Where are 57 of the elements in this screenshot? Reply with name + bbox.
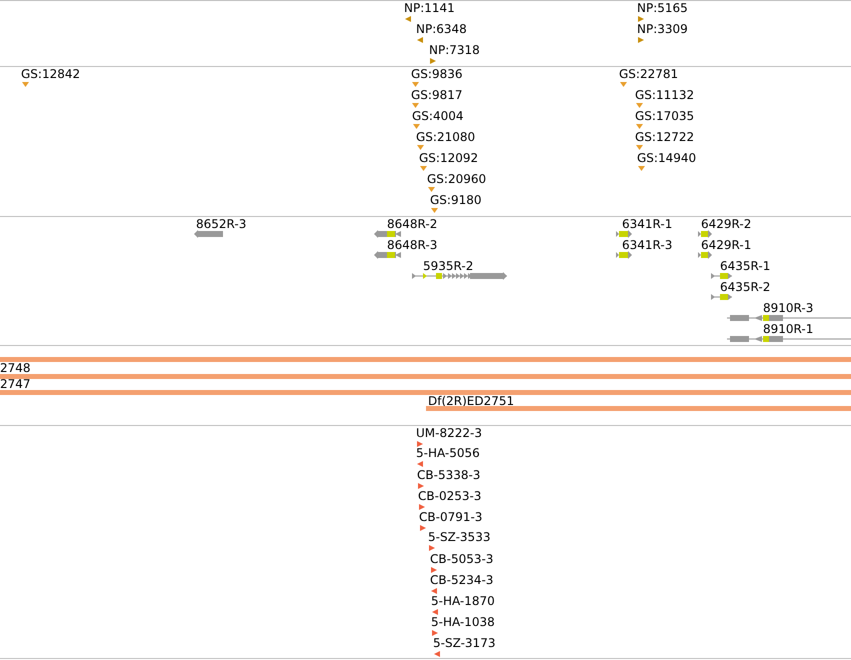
- feature-label: GS:4004: [412, 109, 464, 123]
- feature-label: CB-5338-3: [417, 468, 480, 482]
- feature-marker: [431, 208, 438, 213]
- feature-label: CB-0253-3: [418, 489, 482, 503]
- feature-label: 8910R-1: [763, 322, 814, 336]
- feature-marker: [420, 166, 427, 171]
- feature-label: 2748: [0, 361, 31, 375]
- feature-label: NP:7318: [429, 43, 480, 57]
- feature-label: CB-5053-3: [430, 552, 494, 566]
- feature-label: 6429R-1: [701, 238, 752, 252]
- feature-label: 6429R-2: [701, 217, 752, 231]
- feature-label: 5-SZ-3533: [428, 530, 490, 544]
- feature-label: CB-5234-3: [430, 573, 494, 587]
- feature-label: 5-HA-1038: [431, 615, 495, 629]
- feature-label: CB-0791-3: [419, 510, 482, 524]
- feature-label: GS:14940: [637, 151, 696, 165]
- feature-label: GS:12722: [635, 130, 694, 144]
- feature-label: NP:5165: [637, 1, 688, 15]
- feature-label: GS:11132: [635, 88, 694, 102]
- feature-marker: [620, 82, 627, 87]
- feature-label: GS:17035: [635, 109, 694, 123]
- feature-label: 6341R-1: [622, 217, 672, 231]
- feature-label: 5-SZ-3173: [433, 636, 496, 650]
- feature-label: 2747: [0, 377, 31, 391]
- feature-marker: [636, 103, 643, 108]
- feature-label: 6341R-3: [622, 238, 672, 252]
- feature-label: NP:3309: [637, 22, 688, 36]
- feature-label: 6435R-2: [720, 280, 770, 294]
- feature-marker: [22, 82, 29, 87]
- feature-label: GS:12092: [419, 151, 478, 165]
- feature-marker: [636, 145, 643, 150]
- feature-label: NP:1141: [404, 1, 455, 15]
- feature-marker: [428, 187, 435, 192]
- feature-marker: [413, 124, 420, 129]
- feature-label: 6435R-1: [720, 259, 770, 273]
- feature-label: 8910R-3: [763, 301, 814, 315]
- feature-label: GS:9817: [411, 88, 462, 102]
- feature-label: Df(2R)ED2751: [428, 394, 514, 408]
- feature-marker: [412, 82, 419, 87]
- feature-label: 8648R-2: [387, 217, 438, 231]
- feature-label: GS:20960: [427, 172, 486, 186]
- feature-label: 5-HA-1870: [431, 594, 495, 608]
- feature-marker: [636, 124, 643, 129]
- feature-marker: [417, 145, 424, 150]
- feature-label: GS:12842: [21, 67, 80, 81]
- feature-label: 5935R-2: [423, 259, 474, 273]
- feature-marker: [412, 103, 419, 108]
- feature-label: GS:9180: [430, 193, 482, 207]
- feature-label: NP:6348: [416, 22, 467, 36]
- feature-label: GS:9836: [411, 67, 462, 81]
- feature-label: GS:22781: [619, 67, 678, 81]
- feature-label: 8648R-3: [387, 238, 438, 252]
- feature-marker: [638, 166, 645, 171]
- feature-label: GS:21080: [416, 130, 476, 144]
- feature-label: 5-HA-5056: [416, 446, 480, 460]
- feature-label: UM-8222-3: [416, 426, 482, 440]
- feature-label: 8652R-3: [196, 217, 246, 231]
